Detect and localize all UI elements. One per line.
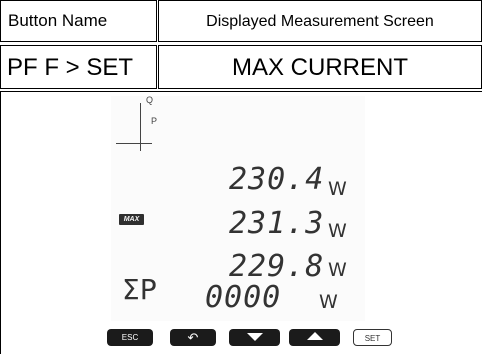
reading-value-2: 231.3 <box>229 206 325 241</box>
axis-vertical <box>140 103 141 151</box>
up-button[interactable] <box>289 329 340 346</box>
row-button-name: PF F > SET <box>7 54 134 81</box>
axis-q-label: Q <box>146 95 154 105</box>
reading-unit-2: W <box>328 220 347 242</box>
axis-p-label: P <box>151 116 158 126</box>
header-cell-button-name: Button Name <box>0 0 157 42</box>
header-cell-displayed-screen: Displayed Measurement Screen <box>158 0 482 42</box>
total-unit: W <box>319 291 338 313</box>
row-screen-name: MAX CURRENT <box>231 54 408 81</box>
arrow-down-icon <box>246 333 263 342</box>
row-cell-screen: MAX CURRENT <box>158 45 482 89</box>
sigma-p-label: ΣP <box>122 273 157 306</box>
reading-unit-1: W <box>328 178 347 200</box>
reading-unit-3: W <box>328 259 347 281</box>
back-button[interactable]: ↶ <box>170 329 216 346</box>
axis-horizontal <box>116 143 152 144</box>
arrow-up-icon <box>306 332 323 341</box>
back-arrow-icon: ↶ <box>187 330 199 345</box>
down-button[interactable] <box>229 329 280 346</box>
row-cell-button: PF F > SET <box>0 45 157 89</box>
esc-button[interactable]: ESC <box>107 329 153 346</box>
header-displayed-screen: Displayed Measurement Screen <box>206 13 434 30</box>
header-button-name: Button Name <box>8 11 108 30</box>
set-button[interactable]: SET <box>353 329 392 346</box>
max-badge: MAX <box>119 214 144 225</box>
reading-value-1: 230.4 <box>229 162 325 197</box>
total-value: 0000 <box>205 280 282 315</box>
reading-value-3: 229.8 <box>229 249 325 284</box>
